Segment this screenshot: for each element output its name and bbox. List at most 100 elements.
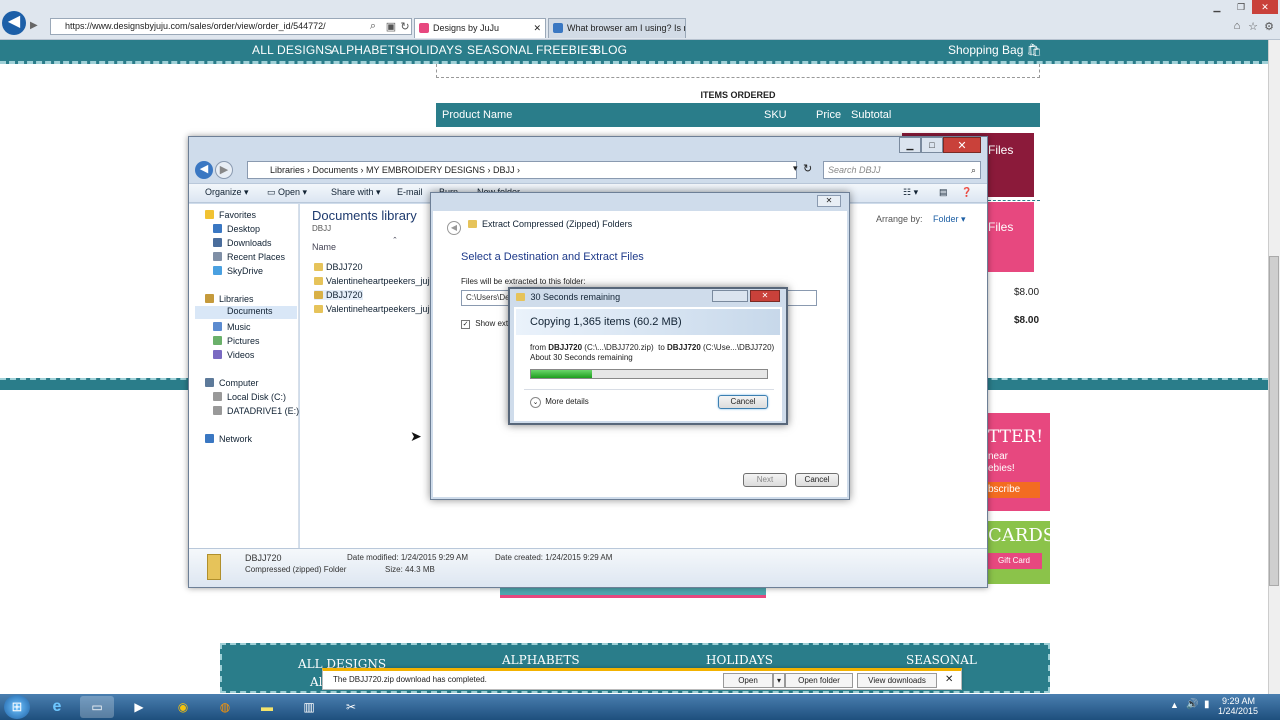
maximize-icon[interactable]: □ [921, 137, 943, 153]
home-icon[interactable]: ⌂ [1230, 20, 1244, 34]
file-item[interactable]: Valentineheartpeekers_juju [314, 276, 434, 286]
nav-local-disk[interactable]: Local Disk (C:) [213, 392, 286, 402]
refresh-icon[interactable]: ↻ [398, 20, 412, 34]
nav-libraries[interactable]: Libraries [205, 294, 254, 304]
nav-documents[interactable]: Documents [195, 306, 297, 319]
browser-forward-icon[interactable]: ▶ [30, 20, 38, 31]
nav-desktop[interactable]: Desktop [213, 224, 260, 234]
favorites-star-icon[interactable]: ☆ [1246, 20, 1260, 34]
forward-icon[interactable]: ▶ [215, 161, 233, 179]
minimize-icon[interactable] [712, 290, 748, 302]
share-with-menu[interactable]: Share with ▾ [331, 187, 381, 198]
address-bar[interactable]: https://www.designsbyjuju.com/sales/orde… [50, 18, 412, 35]
nav-datadrive[interactable]: DATADRIVE1 (E:) [213, 406, 299, 416]
restore-icon[interactable]: ❐ [1228, 0, 1254, 14]
open-dropdown-icon[interactable]: ▾ [773, 673, 785, 688]
clock-date[interactable]: 1/24/2015 [1218, 706, 1258, 716]
footer-alphabets[interactable]: ALPHABETS [502, 653, 580, 667]
nav-blog[interactable]: BLOG [593, 43, 627, 57]
show-files-checkbox[interactable]: ✓ Show extr [461, 319, 511, 329]
copy-cancel-button[interactable]: Cancel [718, 395, 768, 409]
dropdown-icon[interactable]: ▾ [793, 163, 798, 174]
explorer-search-input[interactable]: Search DBJJ ⌕ [823, 161, 981, 179]
close-tab-icon[interactable]: ✕ [533, 19, 541, 37]
subscribe-button[interactable]: bscribe [986, 482, 1040, 498]
tab-designs-by-juju[interactable]: Designs by JuJu ✕ [414, 18, 546, 38]
close-icon[interactable]: ✕ [750, 290, 780, 302]
help-icon[interactable]: ❓ [961, 187, 972, 198]
nav-seasonal[interactable]: SEASONAL [467, 43, 533, 57]
footer-seasonal[interactable]: SEASONAL [906, 653, 977, 667]
nav-skydrive[interactable]: SkyDrive [213, 266, 263, 276]
arrange-dropdown[interactable]: Folder ▾ [933, 214, 966, 224]
view-options-icon[interactable]: ☷ ▾ [903, 187, 918, 198]
firefox-icon[interactable]: ◍ [208, 696, 242, 718]
clock-time[interactable]: 9:29 AM [1222, 696, 1255, 706]
file-item-selected[interactable]: DBJJ720 [314, 290, 363, 300]
explorer-address-bar[interactable]: Libraries › Documents › MY EMBROIDERY DE… [247, 161, 797, 179]
file-explorer-icon[interactable]: ▭ [80, 696, 114, 718]
nav-recent-places[interactable]: Recent Places [213, 252, 285, 262]
nav-holidays[interactable]: HOLIDAYS [401, 43, 462, 57]
folder-icon[interactable]: ▬ [250, 696, 284, 718]
nav-computer[interactable]: Computer [205, 378, 259, 388]
browser-back-button[interactable]: ◀ [2, 11, 26, 35]
to-name[interactable]: DBJJ720 [667, 343, 701, 352]
file-item[interactable]: Valentineheartpeekers_juju [314, 304, 434, 314]
app-icon[interactable]: ▥ [292, 696, 326, 718]
close-icon[interactable]: ✕ [817, 195, 841, 207]
email-button[interactable]: E-mail [397, 187, 423, 197]
open-menu[interactable]: ▭ Open ▾ [267, 187, 307, 198]
preview-pane-icon[interactable]: ▤ [939, 187, 948, 198]
file-item[interactable]: DBJJ720 [314, 262, 363, 272]
column-header-name[interactable]: Name ⌃ [312, 237, 398, 252]
nav-all-designs[interactable]: ALL DESIGNS [252, 43, 332, 57]
minimize-icon[interactable]: ▁ [899, 137, 921, 153]
nav-pictures[interactable]: Pictures [213, 336, 260, 346]
close-icon[interactable]: ✕ [945, 674, 953, 685]
more-details-toggle[interactable]: ⌄ More details [530, 397, 589, 408]
shopping-bag-link[interactable]: Shopping Bag 🛍 [948, 43, 1042, 57]
nav-freebies[interactable]: FREEBIES [536, 43, 597, 57]
navigation-pane: Favorites Desktop Downloads Recent Place… [189, 204, 299, 548]
wizard-cancel-button[interactable]: Cancel [795, 473, 839, 487]
gift-card-button[interactable]: Gift Card [986, 553, 1042, 569]
back-icon[interactable]: ◀ [447, 221, 461, 235]
search-icon[interactable]: ⌕ [366, 20, 380, 34]
nav-alphabets[interactable]: ALPHABETS [331, 43, 404, 57]
tab-what-browser[interactable]: What browser am I using? Is m... [548, 18, 686, 38]
view-downloads-button[interactable]: View downloads [857, 673, 937, 688]
back-icon[interactable]: ◀ [195, 161, 213, 179]
disk-icon [213, 406, 222, 415]
nav-videos[interactable]: Videos [213, 350, 254, 360]
network-icon[interactable]: ▮ [1204, 699, 1210, 710]
gear-icon[interactable]: ⚙ [1262, 20, 1276, 34]
media-player-icon[interactable]: ▶ [122, 696, 156, 718]
close-icon[interactable]: ✕ [943, 137, 981, 153]
nav-label: Favorites [219, 210, 257, 220]
start-button-icon[interactable]: ⊞ [4, 695, 30, 719]
from-name[interactable]: DBJJ720 [548, 343, 582, 352]
tray-chevron-icon[interactable]: ▲ [1170, 700, 1179, 710]
next-button[interactable]: Next [743, 473, 787, 487]
nav-favorites[interactable]: Favorites [205, 210, 256, 220]
nav-downloads[interactable]: Downloads [213, 238, 272, 248]
volume-icon[interactable]: 🔊 [1186, 699, 1198, 710]
embroidery-app-icon[interactable]: ✂ [334, 696, 368, 718]
minimize-icon[interactable]: ▁ [1204, 0, 1230, 14]
explorer-titlebar[interactable] [189, 137, 987, 159]
footer-holidays[interactable]: HOLIDAYS [706, 653, 773, 667]
nav-music[interactable]: Music [213, 322, 251, 332]
open-download-button[interactable]: Open [723, 673, 773, 688]
line-subtotal: $8.00 [1014, 315, 1040, 326]
internet-explorer-icon[interactable]: e [40, 696, 74, 718]
newsletter-sub: ebies! [988, 463, 1015, 474]
refresh-icon[interactable]: ↻ [803, 162, 812, 175]
scrollbar-thumb[interactable] [1269, 256, 1279, 586]
organize-menu[interactable]: Organize ▾ [205, 187, 249, 198]
nav-network[interactable]: Network [205, 434, 252, 444]
open-folder-button[interactable]: Open folder [785, 673, 853, 688]
arrange-by: Arrange by: Folder ▾ [876, 214, 966, 225]
close-window-icon[interactable]: ✕ [1252, 0, 1278, 14]
chrome-icon[interactable]: ◉ [166, 696, 200, 718]
